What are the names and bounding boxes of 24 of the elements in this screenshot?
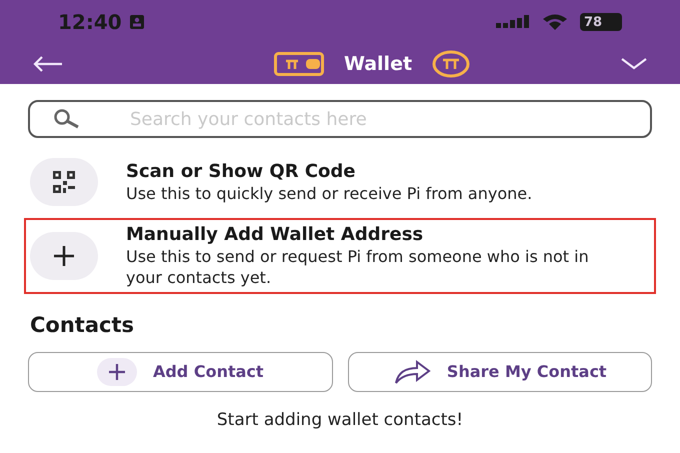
signal-icon [496, 15, 530, 29]
option-title: Manually Add Wallet Address [126, 224, 424, 246]
wifi-icon [542, 13, 568, 31]
add-contact-button[interactable]: Add Contact [28, 352, 332, 392]
header-title: Wallet [344, 52, 412, 77]
share-contact-button[interactable]: Share My Contact [348, 352, 652, 392]
option-row[interactable]: Scan or Show QR Code Use this to quickly send or receive Pi from anyone. [24, 152, 656, 212]
empty-message: Start adding wallet contacts! [216, 408, 464, 432]
share-arrow-icon [392, 358, 431, 384]
back-arrow-icon[interactable] [32, 56, 64, 72]
notification-icon [130, 15, 144, 29]
battery-indicator: 78 [580, 13, 622, 31]
highlighted-option[interactable]: Manually Add Wallet Address Use this to send or request Pi from someone who is not in your contacts yet. [24, 218, 656, 294]
option-title: Scan or Show QR Code [126, 160, 357, 182]
qr-code-icon [53, 171, 75, 193]
wallet-icon [274, 52, 324, 76]
plus-icon [96, 358, 137, 386]
plus-icon [53, 245, 75, 267]
option-description: Use this to quickly send or receive Pi from anyone. [126, 182, 534, 204]
pi-coin-icon [432, 50, 470, 78]
option-description: Use this to send or request Pi from someone who is not in your contacts yet. [126, 246, 590, 288]
chevron-down-icon[interactable] [620, 57, 648, 71]
status-time: 12:40 [58, 9, 122, 36]
section-heading: Contacts [30, 312, 135, 339]
